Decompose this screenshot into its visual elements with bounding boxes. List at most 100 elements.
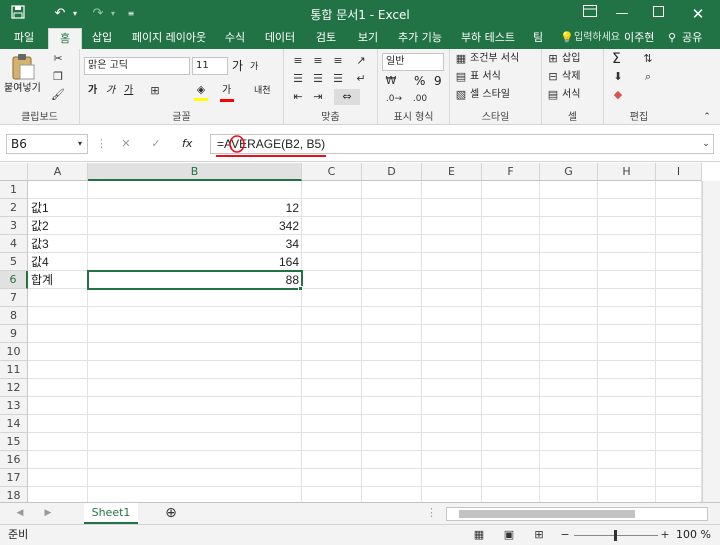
paste-button[interactable]: 붙여넣기 [4, 81, 41, 97]
row-header-17[interactable]: 17 [0, 469, 28, 487]
delete-cells-button[interactable]: 삭제 [562, 69, 580, 85]
column-header-d[interactable]: D [362, 163, 422, 181]
tab-data[interactable]: 데이터 [256, 28, 304, 49]
column-header-i[interactable]: I [656, 163, 702, 181]
cell-a4[interactable]: 값3 [28, 235, 88, 253]
column-header-a[interactable]: A [28, 163, 88, 181]
format-as-table-button[interactable]: 표 서식 [470, 69, 501, 85]
minimize-icon[interactable]: — [612, 5, 632, 23]
tab-insert[interactable]: 삽입 [84, 28, 120, 49]
cell-a2[interactable]: 값1 [28, 199, 88, 217]
collapse-ribbon-icon[interactable]: ⌃ [700, 109, 714, 125]
row-header-9[interactable]: 9 [0, 325, 28, 343]
find-select-icon[interactable]: ⌕ [640, 69, 656, 85]
cut-icon[interactable]: ✂ [50, 51, 66, 67]
tab-review[interactable]: 검토 [306, 28, 346, 49]
zoom-in-icon[interactable]: + [660, 527, 670, 543]
undo-icon[interactable]: ↶ [50, 5, 70, 23]
increase-decimal-icon[interactable]: .0→ [384, 91, 404, 107]
user-name[interactable]: 이주현 [624, 28, 654, 49]
column-header-h[interactable]: H [598, 163, 656, 181]
ribbon-display-icon[interactable] [580, 5, 600, 23]
tab-home[interactable]: 홈 [48, 28, 82, 49]
maximize-icon[interactable] [648, 5, 668, 23]
increase-indent-icon[interactable]: ⇥ [310, 89, 326, 105]
row-header-5[interactable]: 5 [0, 253, 28, 271]
row-header-4[interactable]: 4 [0, 235, 28, 253]
insert-cells-button[interactable]: 삽입 [562, 51, 580, 67]
close-icon[interactable]: ✕ [688, 5, 708, 23]
align-center-icon[interactable]: ☰ [310, 71, 326, 87]
font-size-select[interactable]: 11 [192, 57, 228, 75]
scrollbar-thumb[interactable] [459, 510, 635, 518]
merge-center-icon[interactable]: ⇔ [334, 89, 360, 105]
cell-a6[interactable]: 합계 [28, 271, 88, 289]
cell-a5[interactable]: 값4 [28, 253, 88, 271]
copy-icon[interactable]: ❐ [50, 69, 66, 85]
redo-icon[interactable]: ↷ [88, 5, 108, 23]
number-format-select[interactable]: 일반 [382, 53, 444, 71]
tab-load-test[interactable]: 부하 테스트 [452, 28, 524, 49]
sheet-tab-sheet1[interactable]: Sheet1 [84, 503, 138, 524]
wrap-text-icon[interactable]: ↵ [352, 71, 370, 87]
fill-icon[interactable]: ⬇ [610, 69, 626, 85]
conditional-format-button[interactable]: 조건부 서식 [470, 51, 519, 67]
fill-color-icon[interactable]: ◈ [192, 82, 210, 98]
bold-button[interactable]: 가 [88, 83, 97, 99]
column-header-c[interactable]: C [302, 163, 362, 181]
tab-view[interactable]: 보기 [348, 28, 388, 49]
underline-button[interactable]: 가 [124, 83, 133, 99]
row-header-8[interactable]: 8 [0, 307, 28, 325]
column-header-g[interactable]: G [540, 163, 598, 181]
row-header-11[interactable]: 11 [0, 361, 28, 379]
percent-button[interactable]: % [414, 73, 425, 89]
autosum-button[interactable]: Σ [612, 51, 621, 67]
redo-dropdown-icon[interactable]: ▾ [108, 5, 118, 23]
row-header-13[interactable]: 13 [0, 397, 28, 415]
row-header-15[interactable]: 15 [0, 433, 28, 451]
row-header-12[interactable]: 12 [0, 379, 28, 397]
row-header-14[interactable]: 14 [0, 415, 28, 433]
clear-icon[interactable]: ◆ [610, 87, 626, 103]
cell-b4[interactable]: 34 [88, 235, 302, 253]
paste-icon[interactable] [6, 53, 42, 83]
row-header-2[interactable]: 2 [0, 199, 28, 217]
next-sheet-icon[interactable]: ▶ [42, 505, 54, 521]
page-layout-view-icon[interactable]: ▣ [502, 527, 516, 543]
zoom-level[interactable]: 100 % [676, 527, 711, 543]
shrink-font-button[interactable]: 가 [250, 59, 258, 75]
worksheet-grid[interactable]: A B C D E F G H I 1 2 3 4 5 6 7 8 9 10 1… [0, 163, 720, 502]
column-header-f[interactable]: F [482, 163, 540, 181]
column-header-e[interactable]: E [422, 163, 482, 181]
save-icon[interactable] [8, 5, 28, 23]
sort-filter-icon[interactable]: ⇅ [640, 51, 656, 67]
share-button[interactable]: 공유 [682, 28, 702, 49]
cell-b2[interactable]: 12 [88, 199, 302, 217]
align-left-icon[interactable]: ☰ [290, 71, 306, 87]
row-header-3[interactable]: 3 [0, 217, 28, 235]
fill-handle[interactable] [298, 286, 303, 291]
cancel-icon[interactable]: ✕ [118, 136, 134, 152]
borders-icon[interactable]: ⊞ [146, 83, 164, 99]
normal-view-icon[interactable]: ▦ [472, 527, 486, 543]
decrease-indent-icon[interactable]: ⇤ [290, 89, 306, 105]
font-name-select[interactable]: 맑은 고딕 [84, 57, 190, 75]
cell-b3[interactable]: 342 [88, 217, 302, 235]
accounting-icon[interactable]: ₩ [382, 73, 400, 89]
cell-styles-button[interactable]: 셀 스타일 [470, 87, 510, 103]
tab-addins[interactable]: 추가 기능 [390, 28, 450, 49]
page-break-view-icon[interactable]: ⊞ [532, 527, 546, 543]
font-color-button[interactable]: 가 [222, 83, 231, 99]
align-middle-icon[interactable]: ≡ [310, 53, 326, 69]
phonetic-button[interactable]: 내천 [254, 83, 271, 99]
format-painter-icon[interactable]: 🖌 [50, 87, 66, 103]
column-header-b[interactable]: B [88, 163, 302, 181]
prev-sheet-icon[interactable]: ◀ [14, 505, 26, 521]
format-cells-button[interactable]: 서식 [562, 87, 580, 103]
zoom-slider-thumb[interactable] [614, 530, 617, 541]
decrease-decimal-icon[interactable]: .00 [410, 91, 430, 107]
comma-button[interactable]: 9 [434, 73, 442, 89]
italic-button[interactable]: 가 [106, 83, 115, 99]
row-header-6[interactable]: 6 [0, 271, 28, 289]
row-header-1[interactable]: 1 [0, 181, 28, 199]
